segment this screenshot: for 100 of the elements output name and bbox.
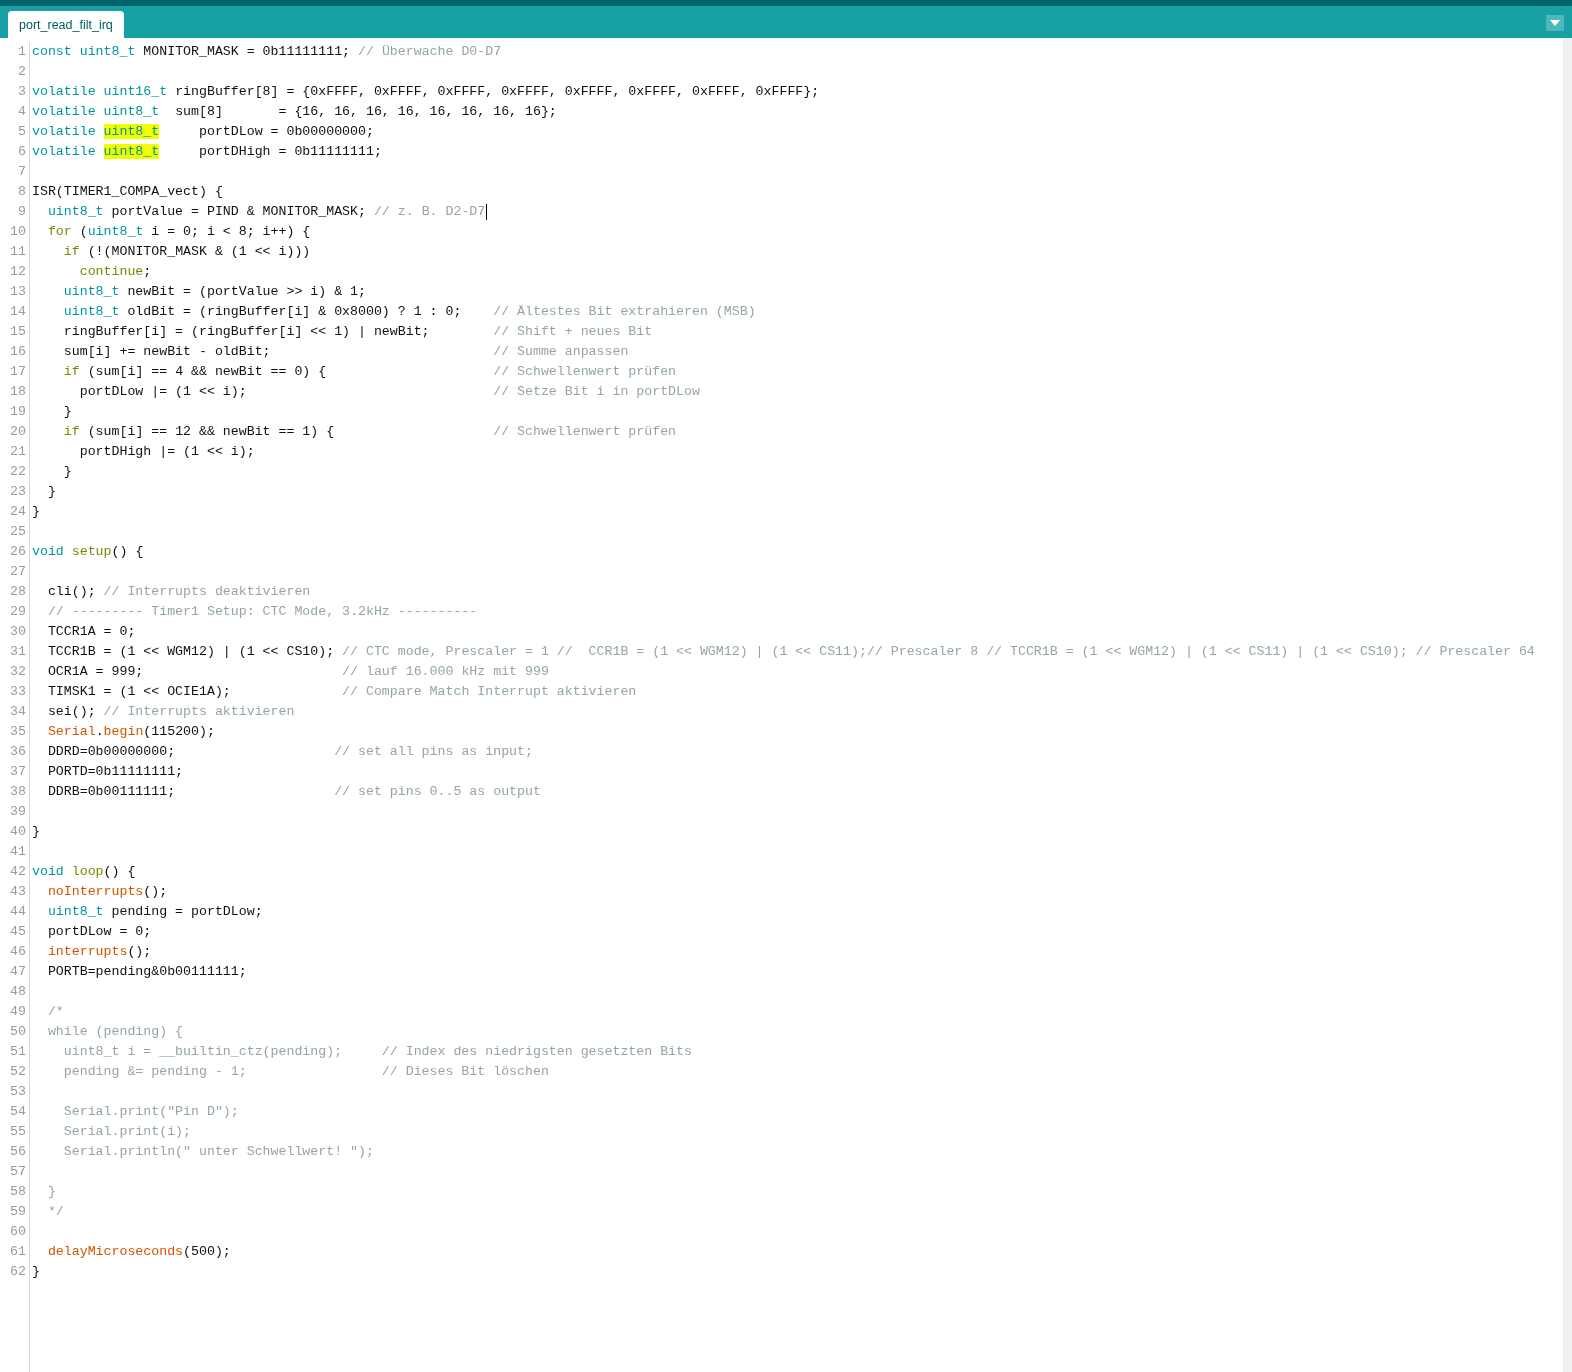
line-number: 5 [18,124,26,139]
code-line: PORTB=pending&0b00111111; [46,964,247,979]
line-number: 40 [10,824,26,839]
line-number: 13 [10,284,26,299]
line-number: 16 [10,344,26,359]
code-line: cli(); // Interrupts deaktivieren [46,584,311,599]
code-line: portDHigh |= (1 << i); [78,444,255,459]
code-line: uint8_t newBit = (portValue >> i) & 1; [62,284,366,299]
line-number: 34 [10,704,26,719]
line-number: 19 [10,404,26,419]
code-line: } [46,1184,56,1199]
line-number: 53 [10,1084,26,1099]
code-line: volatile uint8_t sum[8] = {16, 16, 16, 16, 16, 16, 16, 16}; [32,104,557,119]
line-number: 25 [10,524,26,539]
line-number: 57 [10,1164,26,1179]
code-line: volatile uint8_t portDLow = 0b00000000; [32,124,374,139]
code-line: // --------- Timer1 Setup: CTC Mode, 3.2kHz ---------- [46,604,478,619]
code-line: volatile uint8_t portDHigh = 0b11111111; [32,144,382,159]
line-number: 26 [10,544,26,559]
line-number: 37 [10,764,26,779]
line-number: 50 [10,1024,26,1039]
code-line: while (pending) { [46,1024,184,1039]
tab-menu-button[interactable] [1546,15,1564,31]
line-number: 24 [10,504,26,519]
line-number: 29 [10,604,26,619]
code-line: } [62,404,72,419]
code-line: uint8_t portValue = PIND & MONITOR_MASK; // z. B. D2-D7 [46,204,488,219]
code-line: */ [46,1204,64,1219]
line-number: 8 [18,184,26,199]
line-number: 11 [10,244,26,259]
code-line: sum[i] += newBit - oldBit; // Summe anpassen [62,344,629,359]
code-line: continue; [78,264,152,279]
line-number: 45 [10,924,26,939]
line-number: 35 [10,724,26,739]
code-line: OCR1A = 999; // lauf 16.000 kHz mit 999 [46,664,549,679]
line-number: 56 [10,1144,26,1159]
code-line: const uint8_t MONITOR_MASK = 0b11111111; // Überwache D0-D7 [32,44,502,59]
line-number: 36 [10,744,26,759]
line-number: 39 [10,804,26,819]
code-line: pending &= pending - 1; // Dieses Bit löschen [62,1064,549,1079]
line-number: 10 [10,224,26,239]
code-line: portDLow = 0; [46,924,152,939]
code-line: if (sum[i] == 4 && newBit == 0) { // Schwellenwert prüfen [62,364,677,379]
line-number: 44 [10,904,26,919]
code-line: portDLow |= (1 << i); // Setze Bit i in portDLow [78,384,700,399]
code-line: Serial.begin(115200); [46,724,215,739]
code-line: TCCR1A = 0; [46,624,136,639]
line-number: 22 [10,464,26,479]
code-line: Serial.print("Pin D"); [62,1104,239,1119]
line-number: 55 [10,1124,26,1139]
line-number: 2 [18,64,26,79]
line-number: 27 [10,564,26,579]
line-number: 60 [10,1224,26,1239]
code-line: Serial.println(" unter Schwellwert! "); [62,1144,374,1159]
code-line: } [32,504,40,519]
line-number: 6 [18,144,26,159]
line-number: 43 [10,884,26,899]
line-number: 17 [10,364,26,379]
line-number: 3 [18,84,26,99]
code-line: volatile uint16_t ringBuffer[8] = {0xFFFF, 0xFFFF, 0xFFFF, 0xFFFF, 0xFFFF, 0xFFFF, 0xFFFF, 0xFFFF}; [32,84,820,99]
code-line: PORTD=0b11111111; [46,764,184,779]
line-number: 54 [10,1104,26,1119]
line-number: 47 [10,964,26,979]
code-line: } [32,1264,40,1279]
line-number: 49 [10,1004,26,1019]
code-line: Serial.print(i); [62,1124,192,1139]
line-number: 4 [18,104,26,119]
line-number: 23 [10,484,26,499]
line-number: 51 [10,1044,26,1059]
line-number: 41 [10,844,26,859]
line-number: 59 [10,1204,26,1219]
line-number: 30 [10,624,26,639]
code-line: if (!(MONITOR_MASK & (1 << i))) [62,244,311,259]
code-line: uint8_t pending = portDLow; [46,904,263,919]
code-line: ringBuffer[i] = (ringBuffer[i] << 1) | newBit; // Shift + neues Bit [62,324,653,339]
line-number: 21 [10,444,26,459]
file-tab[interactable]: port_read_filt_irq [8,11,124,38]
code-line: delayMicroseconds(500); [46,1244,231,1259]
code-line: /* [46,1004,64,1019]
line-number: 62 [10,1264,26,1279]
line-number: 33 [10,684,26,699]
code-line: interrupts(); [46,944,152,959]
line-number: 46 [10,944,26,959]
line-number: 20 [10,424,26,439]
code-line: for (uint8_t i = 0; i < 8; i++) { [46,224,311,239]
line-number: 15 [10,324,26,339]
code-line: TIMSK1 = (1 << OCIE1A); // Compare Match Interrupt aktivieren [46,684,637,699]
line-number: 48 [10,984,26,999]
code-line: sei(); // Interrupts aktivieren [46,704,295,719]
code-line: noInterrupts(); [46,884,168,899]
line-number: 38 [10,784,26,799]
code-line: } [46,484,56,499]
code-line: } [62,464,72,479]
dropdown-icon [1549,19,1561,27]
code-line: void loop() { [32,864,136,879]
code-line: if (sum[i] == 12 && newBit == 1) { // Schwellenwert prüfen [62,424,677,439]
line-number: 1 [18,44,26,59]
code-line: uint8_t i = __builtin_ctz(pending); // Index des niedrigsten gesetzten Bits [62,1044,692,1059]
code-line: DDRD=0b00000000; // set all pins as input; [46,744,533,759]
code-line: ISR(TIMER1_COMPA_vect) { [32,184,223,199]
